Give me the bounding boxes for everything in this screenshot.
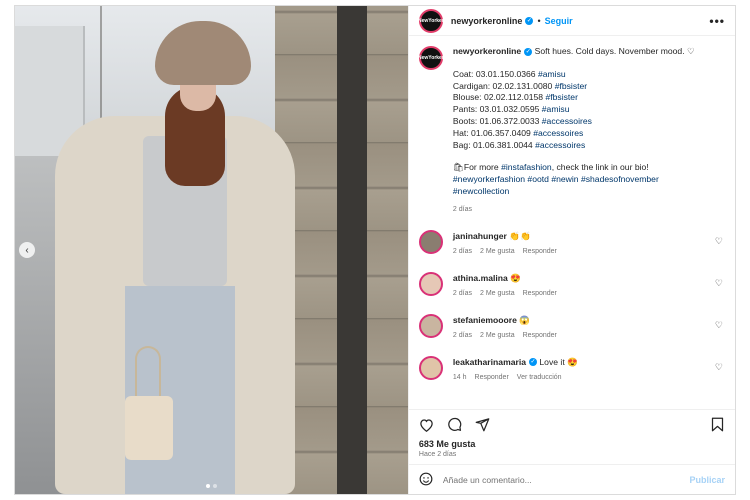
comment-text: 😱 [519,314,530,325]
hashtag-link[interactable]: #amisu [542,104,570,114]
avatar[interactable]: NewYorker [418,46,444,70]
avatar[interactable] [418,355,443,380]
header-username[interactable]: newyorkeronline [451,16,523,26]
reply-button[interactable]: Responder [523,330,557,342]
avatar-text: NewYorker [418,17,444,24]
comment-input[interactable] [442,474,690,485]
instagram-post: ‹ NewYorker newyorkeronline ✓ • Seguir •… [14,5,736,495]
post-photo[interactable]: ‹ [15,6,408,494]
likes-count[interactable]: 683 Me gusta [409,439,735,449]
caption: NewYorker newyorkeronline ✓ Soft hues. Co… [418,46,725,216]
post-header: NewYorker newyorkeronline ✓ • Seguir ••• [408,6,735,36]
follow-button[interactable]: Seguir [545,16,573,26]
comment-item: athina.malina 😍 2 días 2 Me gusta Responde… [418,271,725,300]
hashtag-link[interactable]: #fbsister [545,92,577,102]
hashtag-link[interactable]: #accessoires [535,140,585,150]
caption-item: Pants: 03.01.032.0595 #amisu [452,104,570,115]
comment-username[interactable]: janinahunger [453,231,507,241]
caption-item: Boots: 01.06.372.0033 #accessoires [452,115,592,126]
carousel-dots [15,484,408,488]
comments-list[interactable]: NewYorker newyorkeronline ✓ Soft hues. Co… [409,36,735,409]
more-options-icon[interactable]: ••• [709,14,725,28]
comment-item: stefaniemooore 😱 2 días 2 Me gusta Respond… [418,313,725,342]
hashtag-link[interactable]: #instafashion [501,162,552,172]
carousel-dot [205,484,210,488]
heart-icon[interactable]: ♡ [715,362,723,373]
caption-more: 🛍For more #instafashion, check the link … [452,162,649,173]
hashtag-link[interactable]: #fbsister [555,81,587,91]
comment-text: 😍 [510,272,521,283]
comment-text: Love it 😍 [539,356,578,367]
photo-bag [125,396,173,460]
publish-button[interactable]: Publicar [689,475,725,485]
comment-username[interactable]: athina.malina [453,273,508,283]
caption-lead: Soft hues. Cold days. November mood. ♡ [534,46,695,56]
avatar[interactable] [418,229,443,254]
caption-tags[interactable]: #newyorkerfashion #ootd #newin #shadesof… [453,174,695,186]
photo-pole [337,6,367,494]
carousel-dot [212,484,217,488]
comment-text: 👏👏 [509,230,531,241]
comment-time: 2 días [452,331,472,339]
heart-icon[interactable]: ♡ [715,236,723,247]
comment-likes[interactable]: 2 Me gusta [480,330,515,342]
like-heart-icon[interactable] [419,417,435,433]
caption-item: Bag: 01.06.381.0044 #accessoires [452,139,586,150]
caption-tags[interactable]: #newcollection [453,186,695,198]
avatar-text: NewYorker [418,55,444,61]
add-comment-bar: Publicar [408,464,735,494]
chevron-left-icon: ‹ [25,244,29,256]
reply-button[interactable]: Responder [475,372,509,384]
comment-item: leakatharinamaria ✓ Love it 😍 14 h Respond… [418,355,725,384]
header-separator: • [537,15,541,26]
hashtag-link[interactable]: #amisu [538,69,566,79]
heart-icon[interactable]: ♡ [715,278,723,289]
comment-username[interactable]: leakatharinamaria [453,357,526,367]
caption-item: Cardigan: 02.02.131.0080 #fbsister [452,80,588,91]
avatar[interactable] [418,271,443,296]
comment-item: janinahunger 👏👏 2 días 2 Me gusta Responde… [418,229,725,258]
share-icon[interactable] [475,417,491,433]
avatar[interactable] [418,313,443,338]
comment-time: 2 días [452,247,472,255]
posted-ago: Hace 2 días [418,451,457,458]
caption-item: Hat: 01.06.357.0409 #accessoires [452,127,584,138]
caption-time: 2 días [452,205,472,213]
reply-button[interactable]: Responder [523,246,557,258]
heart-icon[interactable]: ♡ [715,320,723,331]
comment-likes[interactable]: 2 Me gusta [480,246,515,258]
action-bar [408,409,735,439]
avatar[interactable]: NewYorker [418,8,444,33]
comment-time: 14 h [452,373,467,381]
verified-icon: ✓ [524,47,533,56]
verified-icon: ✓ [529,358,537,367]
reply-button[interactable]: Responder [523,288,557,300]
bookmark-icon[interactable] [709,417,725,433]
comment-time: 2 días [452,289,472,297]
hashtag-link[interactable]: #accessoires [533,128,583,138]
comment-icon[interactable] [447,417,463,433]
see-translation-button[interactable]: Ver traducción [517,372,562,384]
caption-username[interactable]: newyorkeronline [453,46,521,56]
verified-icon: ✓ [525,16,534,25]
caption-item: Coat: 03.01.150.0366 #amisu [452,68,566,79]
post-sidebar: NewYorker newyorkeronline ✓ • Seguir •••… [407,6,735,494]
carousel-prev-button[interactable]: ‹ [19,242,35,258]
hashtag-link[interactable]: #accessoires [542,116,592,126]
caption-item: Blouse: 02.02.112.0158 #fbsister [452,92,578,103]
comment-username[interactable]: stefaniemooore [453,315,517,325]
comment-likes[interactable]: 2 Me gusta [480,288,515,300]
emoji-icon[interactable] [419,472,433,488]
